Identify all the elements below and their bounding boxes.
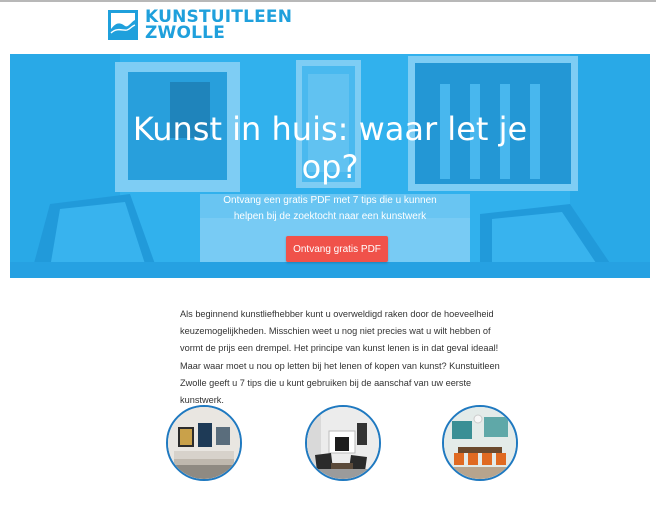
top-divider <box>0 0 656 2</box>
download-pdf-button[interactable]: Ontvang gratis PDF <box>286 236 388 262</box>
landing-page: KUNSTUITLEEN ZWOLLE Kunst in huis: waar … <box>0 0 670 514</box>
dining-room-photo-icon <box>444 407 516 479</box>
hero-title: Kunst in huis: waar let je op? <box>132 110 528 186</box>
thumbnail-living-room[interactable] <box>166 405 242 481</box>
logo-line-2: ZWOLLE <box>145 23 226 43</box>
logo-wordmark: KUNSTUITLEEN ZWOLLE <box>145 9 292 43</box>
living-room-photo-icon <box>168 407 240 479</box>
hero-banner: Kunst in huis: waar let je op? Ontvang e… <box>10 54 650 278</box>
hero-subtitle: Ontvang een gratis PDF met 7 tips die u … <box>223 195 437 222</box>
intro-paragraph: Als beginnend kunstliefhebber kunt u ove… <box>180 309 500 406</box>
logo-mark-icon <box>108 10 138 40</box>
thumbnail-fireplace-room[interactable] <box>305 405 381 481</box>
brand-logo[interactable]: KUNSTUITLEEN ZWOLLE <box>108 9 292 43</box>
fireplace-room-photo-icon <box>307 407 379 479</box>
thumbnail-dining-room[interactable] <box>442 405 518 481</box>
